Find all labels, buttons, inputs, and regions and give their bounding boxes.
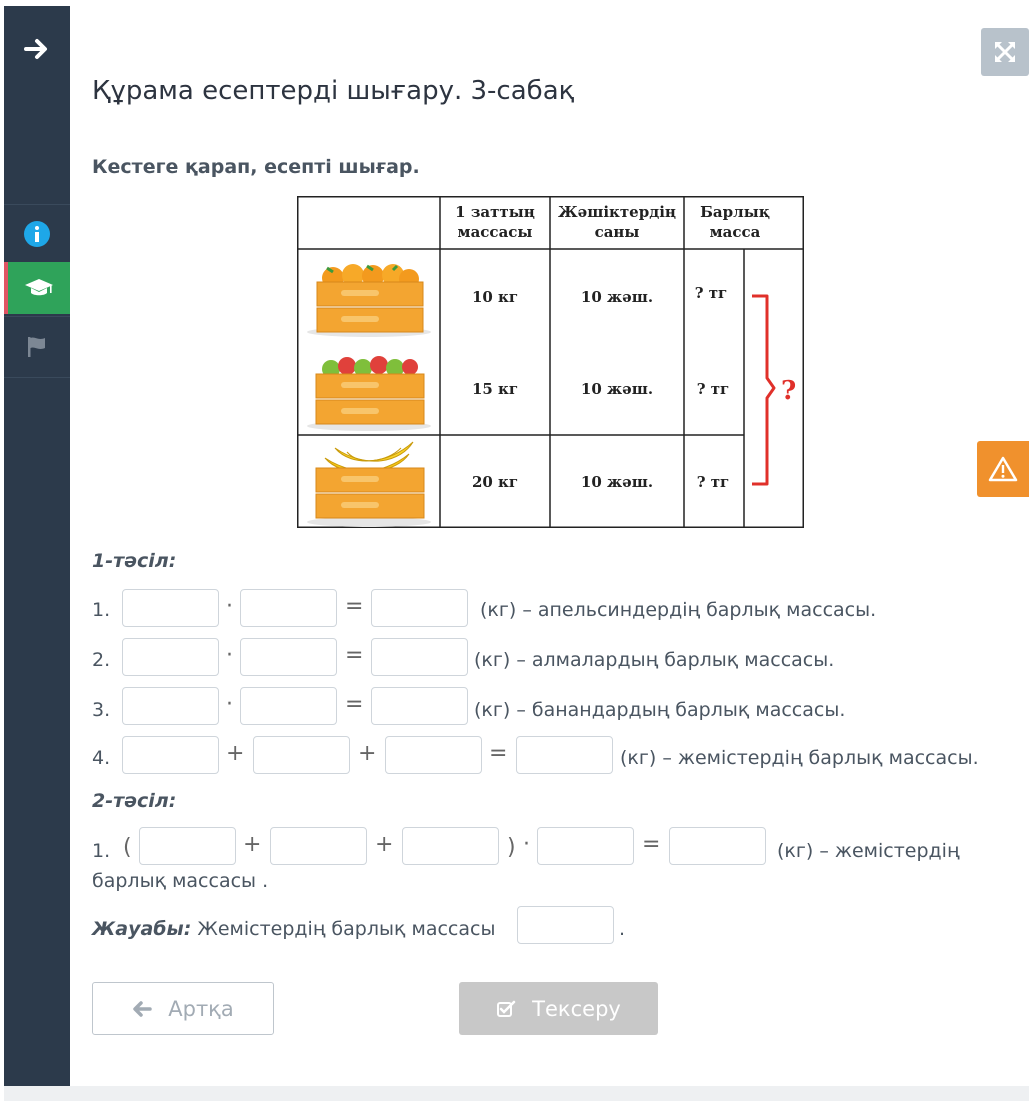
- flag-icon: [28, 337, 45, 357]
- graduation-cap-icon: [25, 279, 53, 296]
- multiply-sign: ·: [523, 832, 530, 857]
- method1-line1-description: (кг) – апельсиндердің барлық массасы.: [480, 599, 877, 621]
- sidebar: [4, 6, 70, 1086]
- answer-input-2-1[interactable]: [122, 638, 219, 676]
- answer-input-4-1[interactable]: [122, 736, 219, 774]
- warning-icon: [988, 456, 1018, 482]
- bottom-bar: [4, 1086, 1029, 1101]
- header-total-line1: Барлық: [700, 203, 770, 221]
- header-boxes-line2: саны: [595, 223, 640, 241]
- header-mass-line2: массасы: [458, 223, 533, 241]
- fruit-table-image: 1 заттың массасы Жәшіктердің саны Барлық…: [297, 196, 804, 528]
- answer-input-3-3[interactable]: [371, 687, 468, 725]
- answer-input-4-4[interactable]: [516, 736, 613, 774]
- open-paren: (: [123, 835, 132, 860]
- header-total-line2: масса: [710, 223, 761, 241]
- sidebar-item-lesson[interactable]: [4, 262, 70, 314]
- checkbox-check-icon: [497, 1000, 516, 1017]
- final-answer-input[interactable]: [517, 906, 614, 944]
- answer-input-3-1[interactable]: [122, 687, 219, 725]
- equals-sign: =: [489, 741, 508, 766]
- check-button[interactable]: Тексеру: [459, 982, 658, 1035]
- row2-total: ? тг: [697, 380, 730, 398]
- fullscreen-button[interactable]: [981, 28, 1029, 76]
- method1-line2-description: (кг) – алмалардың барлық массасы.: [474, 649, 835, 671]
- row3-mass: 20 кг: [472, 473, 518, 491]
- method1-line3-number: 3.: [92, 699, 111, 721]
- answer-input-m2-1[interactable]: [139, 827, 236, 865]
- multiply-sign: ·: [226, 692, 233, 717]
- row1-total: ? тг: [695, 284, 728, 302]
- method1-line1-number: 1.: [92, 599, 111, 621]
- back-button-label: Артқа: [168, 996, 234, 1021]
- answer-label: Жауабы:: [92, 918, 192, 940]
- plus-sign: +: [226, 741, 245, 766]
- answer-text: Жемістердің барлық массасы: [197, 918, 496, 940]
- answer-period: .: [619, 918, 626, 940]
- plus-sign: +: [375, 832, 394, 857]
- instruction-text: Кестеге қарап, есепті шығар.: [92, 156, 420, 178]
- expand-icon: [995, 42, 1015, 62]
- answer-input-m2-5[interactable]: [669, 827, 766, 865]
- answer-input-m2-2[interactable]: [270, 827, 367, 865]
- header-mass-line1: 1 заттың: [455, 203, 535, 221]
- row1-boxes: 10 жәш.: [581, 288, 653, 306]
- method1-line4-description: (кг) – жемістердің барлық массасы.: [620, 747, 979, 769]
- plus-sign: +: [358, 741, 377, 766]
- apple-crate-image: [307, 356, 431, 431]
- equals-sign: =: [345, 692, 364, 717]
- row2-mass: 15 кг: [472, 380, 518, 398]
- method2-line1-number: 1.: [92, 840, 111, 862]
- report-problem-button[interactable]: [977, 441, 1029, 497]
- check-button-label: Тексеру: [532, 996, 621, 1021]
- multiply-sign: ·: [226, 594, 233, 619]
- row3-boxes: 10 жәш.: [581, 473, 653, 491]
- info-icon: [24, 221, 50, 247]
- sidebar-item-info[interactable]: [4, 206, 70, 262]
- answer-input-2-2[interactable]: [240, 638, 337, 676]
- method1-line2-number: 2.: [92, 649, 111, 671]
- method2-description-line1: (кг) – жемістердің: [777, 840, 960, 862]
- equals-sign: =: [345, 594, 364, 619]
- method2-label: 2-тәсіл:: [92, 790, 177, 812]
- answer-input-1-3[interactable]: [371, 589, 468, 627]
- answer-input-1-1[interactable]: [122, 589, 219, 627]
- method1-line3-description: (кг) – банандардың барлық массасы.: [474, 699, 846, 721]
- answer-input-1-2[interactable]: [240, 589, 337, 627]
- method1-line4-number: 4.: [92, 747, 111, 769]
- answer-input-4-2[interactable]: [253, 736, 350, 774]
- answer-input-m2-3[interactable]: [402, 827, 499, 865]
- header-boxes-line1: Жәшіктердің: [558, 203, 676, 221]
- close-paren: ): [507, 835, 516, 860]
- answer-input-4-3[interactable]: [385, 736, 482, 774]
- sidebar-item-flag[interactable]: [4, 316, 70, 378]
- arrow-left-icon: [133, 1000, 152, 1017]
- answer-row: Жауабы: Жемістердің барлық массасы: [92, 918, 495, 940]
- sidebar-divider: [4, 204, 70, 205]
- orange-crate-image: [307, 264, 431, 337]
- back-button[interactable]: Артқа: [92, 982, 274, 1035]
- method1-label: 1-тәсіл:: [92, 550, 177, 572]
- method2-description-line2: барлық массасы .: [92, 870, 269, 892]
- row1-mass: 10 кг: [472, 288, 518, 306]
- page-title: Құрама есептерді шығару. 3-сабақ: [92, 76, 575, 106]
- sidebar-toggle-button[interactable]: [4, 24, 70, 74]
- arrow-right-icon: [24, 39, 47, 59]
- row3-total: ? тг: [697, 473, 730, 491]
- multiply-sign: ·: [226, 643, 233, 668]
- equals-sign: =: [642, 832, 661, 857]
- row2-boxes: 10 жәш.: [581, 380, 653, 398]
- equals-sign: =: [345, 643, 364, 668]
- answer-input-3-2[interactable]: [240, 687, 337, 725]
- answer-input-2-3[interactable]: [371, 638, 468, 676]
- answer-input-m2-4[interactable]: [537, 827, 634, 865]
- plus-sign: +: [243, 832, 262, 857]
- brace-question-mark: ?: [781, 376, 796, 406]
